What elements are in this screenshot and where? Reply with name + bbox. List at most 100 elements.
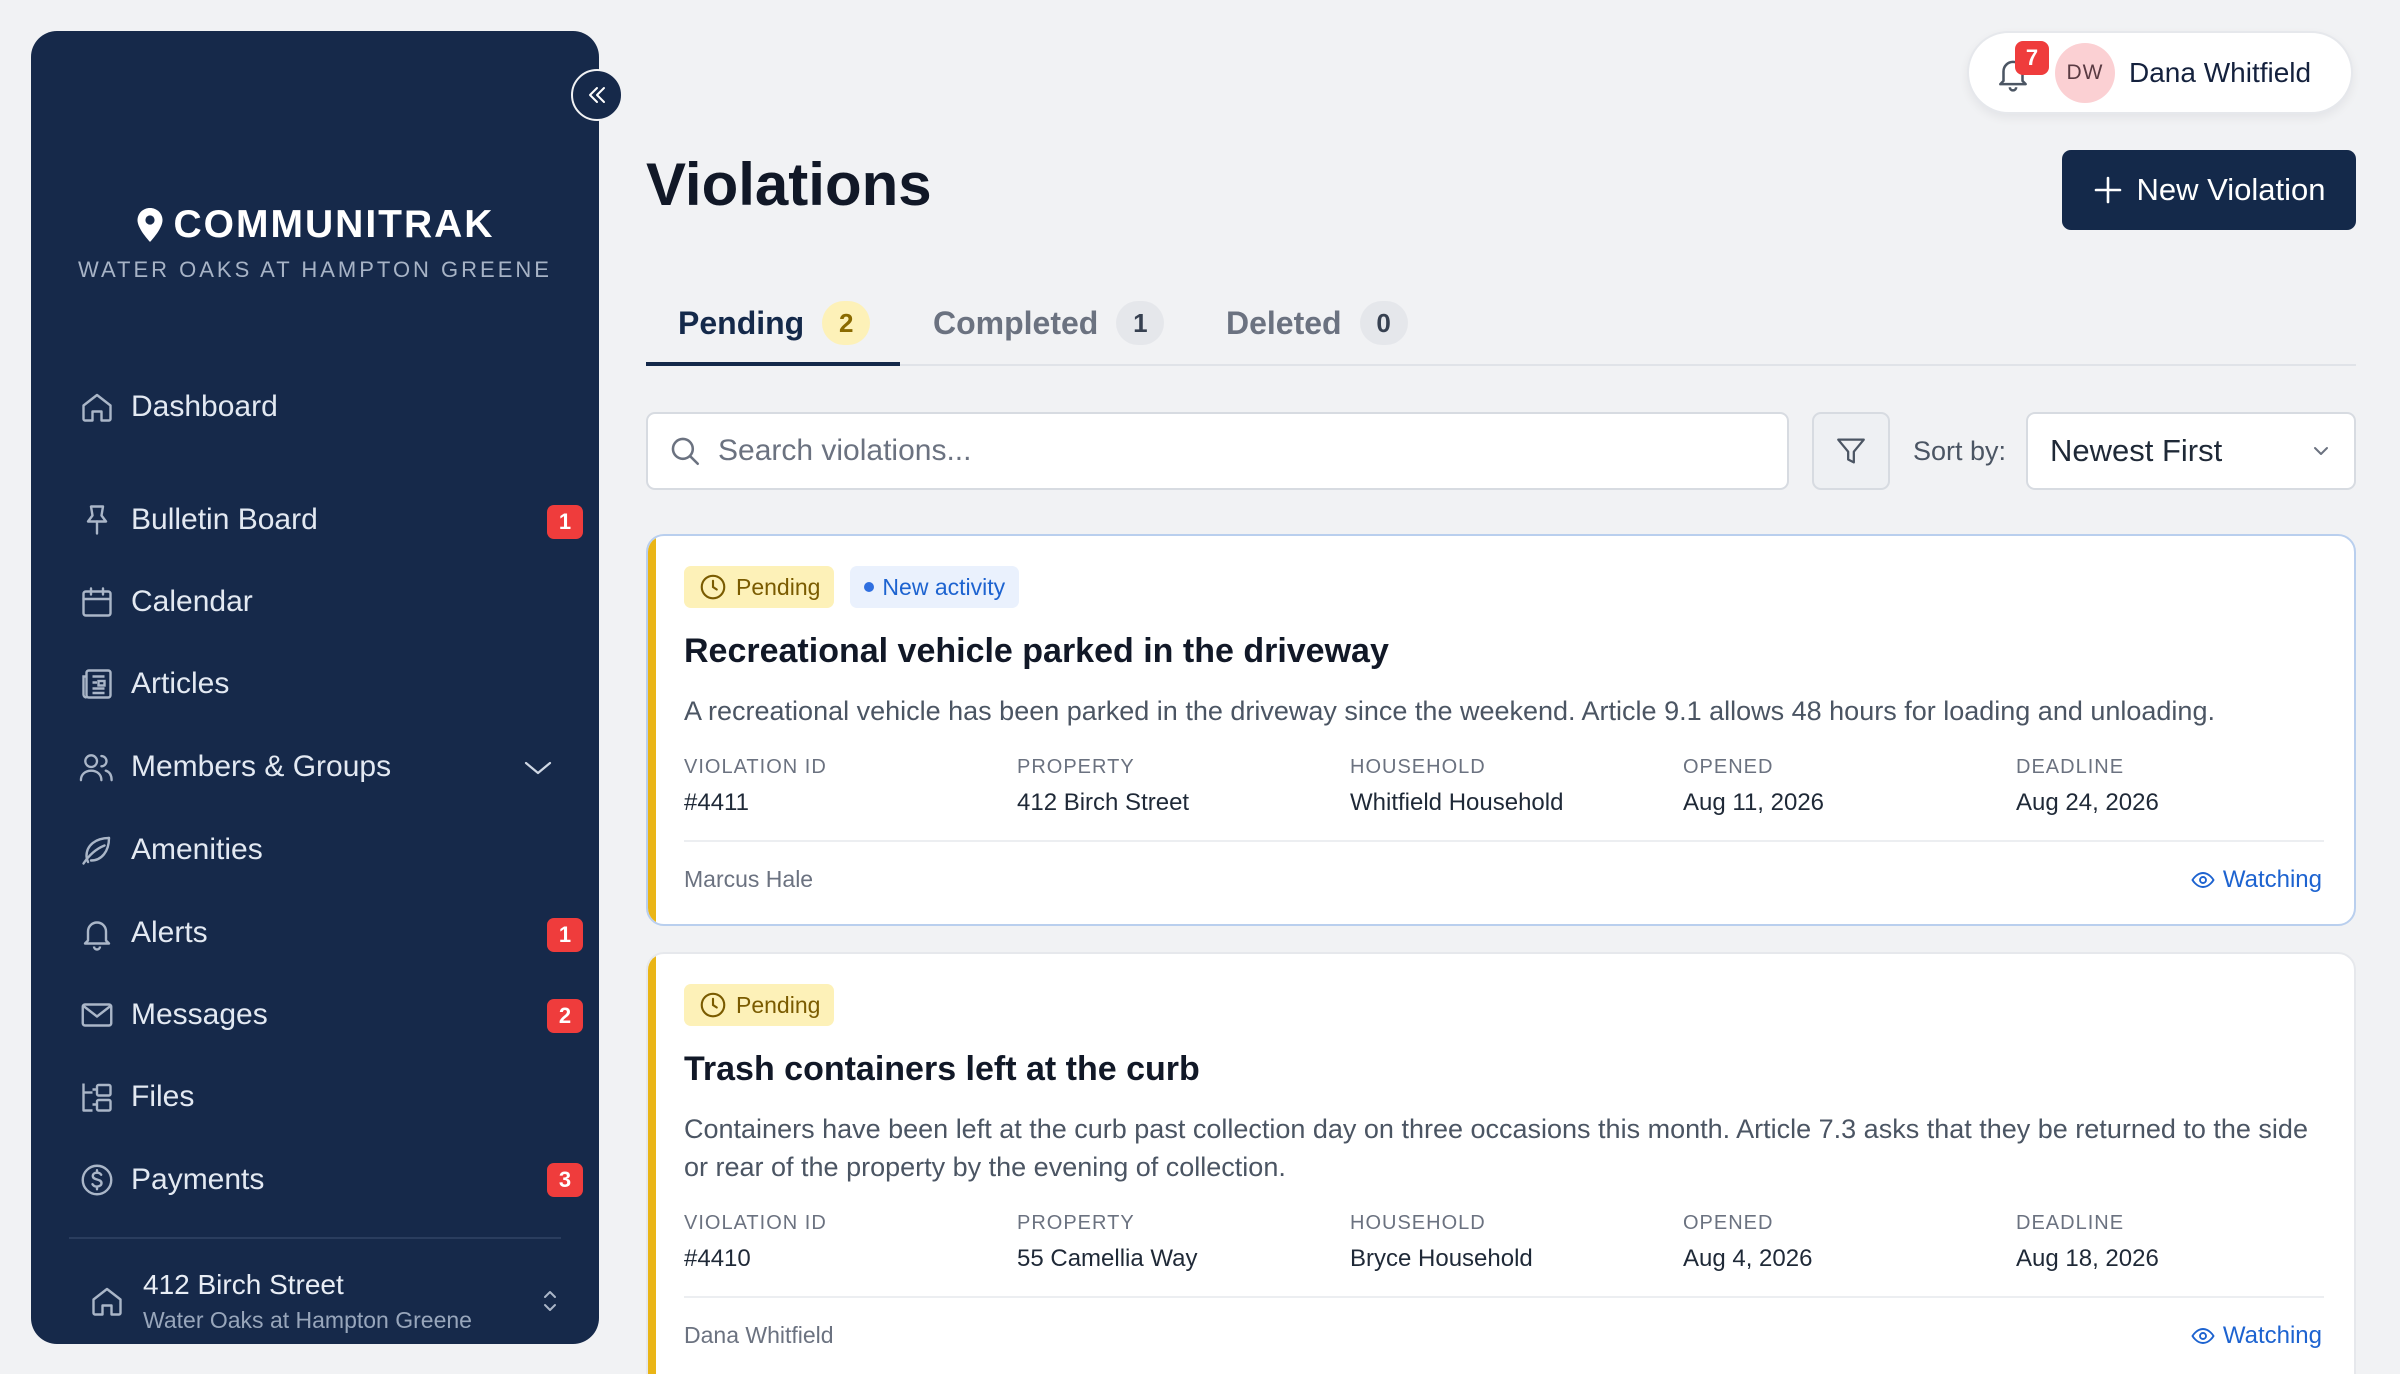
new-violation-label: New Violation — [2136, 172, 2326, 207]
meta-label: DEADLINE — [2016, 756, 2125, 778]
newspaper-icon — [77, 664, 117, 704]
avatar: DW — [2055, 42, 2115, 103]
violation-description: A recreational vehicle has been parked i… — [684, 696, 2215, 726]
tab-count: 0 — [1359, 301, 1408, 345]
tab-completed[interactable]: Completed 1 — [933, 280, 1165, 366]
location-pin-icon — [136, 207, 164, 243]
tab-count: 1 — [1116, 301, 1165, 345]
violation-title: Recreational vehicle parked in the drive… — [684, 632, 1389, 670]
sidebar-item-label: Alerts — [131, 916, 208, 949]
filter-button[interactable] — [1812, 412, 1890, 490]
status-tabs: Pending 2 Completed 1 Deleted 0 — [646, 280, 2356, 366]
status-badge: Pending — [684, 984, 835, 1026]
user-name: Dana Whitfield — [2129, 56, 2312, 88]
sort-label: Sort by: — [1913, 436, 2007, 466]
violation-property: 55 Camellia Way — [1017, 1245, 1198, 1272]
plus-icon — [2093, 175, 2123, 205]
search-box — [646, 412, 1789, 490]
sidebar-item-bulletin-board[interactable]: Bulletin Board — [73, 492, 573, 548]
active-tab-indicator — [646, 362, 900, 366]
sidebar-item-members-groups[interactable]: Members & Groups — [73, 739, 573, 795]
sidebar-item-amenities[interactable]: Amenities — [73, 822, 573, 878]
violation-household: Bryce Household — [1350, 1245, 1533, 1272]
violation-id: #4410 — [684, 1245, 751, 1272]
reported-by: Marcus Hale — [684, 866, 814, 892]
reported-by: Dana Whitfield — [684, 1322, 834, 1348]
clock-icon — [698, 990, 728, 1020]
violation-opened: Aug 4, 2026 — [1683, 1245, 1813, 1272]
chevron-up-down-icon — [541, 1288, 559, 1314]
violation-deadline: Aug 24, 2026 — [2016, 789, 2159, 816]
watching-toggle[interactable]: Watching — [2191, 866, 2322, 894]
filter-icon — [1834, 434, 1868, 468]
sidebar-item-label: Payments — [131, 1163, 265, 1196]
tab-deleted[interactable]: Deleted 0 — [1226, 280, 1408, 366]
violation-household: Whitfield Household — [1350, 789, 1564, 816]
violation-card[interactable]: Pending New activity Recreational vehicl… — [646, 534, 2356, 926]
sidebar-item-files[interactable]: Files — [73, 1069, 573, 1125]
bell-icon — [77, 913, 117, 953]
tab-pending[interactable]: Pending 2 — [678, 280, 871, 366]
meta-label: HOUSEHOLD — [1350, 756, 1486, 778]
card-divider — [684, 1296, 2324, 1298]
violation-deadline: Aug 18, 2026 — [2016, 1245, 2159, 1272]
violation-card[interactable]: Pending Trash containers left at the cur… — [646, 952, 2356, 1374]
status-badge: Pending — [684, 566, 835, 608]
property-community: Water Oaks at Hampton Greene — [143, 1306, 472, 1333]
sidebar-item-articles[interactable]: Articles — [73, 656, 573, 712]
violation-opened: Aug 11, 2026 — [1683, 789, 1825, 816]
sidebar-item-label: Members & Groups — [131, 750, 392, 783]
sidebar-item-label: Articles — [131, 667, 230, 700]
meta-label: DEADLINE — [2016, 1212, 2125, 1234]
new-violation-button[interactable]: New Violation — [2062, 150, 2356, 230]
sidebar-item-label: Bulletin Board — [131, 503, 318, 536]
sidebar-collapse-button[interactable] — [571, 69, 623, 121]
calendar-icon — [77, 582, 117, 622]
brand-name: COMMUNITRAK — [173, 203, 495, 246]
status-label: Pending — [736, 573, 821, 600]
meta-label: VIOLATION ID — [684, 756, 827, 778]
sort-select[interactable]: Newest First — [2026, 412, 2356, 490]
meta-label: VIOLATION ID — [684, 1212, 827, 1234]
sidebar-item-dashboard[interactable]: Dashboard — [73, 379, 573, 435]
tab-count: 2 — [822, 301, 871, 345]
eye-icon — [2191, 868, 2215, 892]
home-icon — [89, 1283, 125, 1319]
community-name: WATER OAKS AT HAMPTON GREENE — [78, 257, 552, 282]
violation-description: Containers have been left at the curb pa… — [684, 1114, 2308, 1182]
sidebar-item-label: Dashboard — [131, 390, 278, 423]
tab-label: Deleted — [1226, 304, 1342, 341]
sidebar-item-label: Files — [131, 1080, 195, 1113]
new-activity-badge: New activity — [850, 566, 1020, 608]
meta-label: OPENED — [1683, 1212, 1774, 1234]
clock-icon — [698, 572, 728, 602]
users-icon — [77, 747, 117, 787]
status-accent-bar — [648, 954, 656, 1374]
user-menu[interactable]: 7 DW Dana Whitfield — [1967, 31, 2353, 114]
alerts-badge: 1 — [547, 918, 583, 952]
violation-title: Trash containers left at the curb — [684, 1050, 1200, 1088]
violation-meta: VIOLATION ID #4411 PROPERTY 412 Birch St… — [684, 756, 2324, 816]
watching-label: Watching — [2222, 866, 2322, 893]
search-input[interactable] — [718, 434, 1718, 468]
property-switcher[interactable]: 412 Birch Street Water Oaks at Hampton G… — [89, 1265, 579, 1337]
watching-toggle[interactable]: Watching — [2191, 1322, 2322, 1350]
tab-label: Completed — [933, 304, 1099, 341]
sidebar-item-calendar[interactable]: Calendar — [73, 574, 573, 630]
leaf-icon — [77, 830, 117, 870]
meta-label: HOUSEHOLD — [1350, 1212, 1486, 1234]
chevron-down-icon[interactable] — [523, 755, 553, 779]
bulletin-board-badge: 1 — [547, 505, 583, 539]
sidebar-item-messages[interactable]: Messages — [73, 987, 573, 1043]
notifications-button[interactable]: 7 — [1989, 40, 2049, 97]
status-accent-bar — [648, 536, 656, 924]
sidebar: COMMUNITRAK WATER OAKS AT HAMPTON GREENE… — [31, 31, 599, 1344]
property-address: 412 Birch Street — [143, 1268, 344, 1300]
violation-meta: VIOLATION ID #4410 PROPERTY 55 Camellia … — [684, 1212, 2324, 1272]
sidebar-item-payments[interactable]: Payments — [73, 1152, 573, 1208]
sidebar-item-alerts[interactable]: Alerts — [73, 905, 573, 961]
search-icon — [668, 434, 702, 468]
activity-label: New activity — [882, 573, 1006, 600]
sidebar-item-label: Amenities — [131, 833, 263, 866]
meta-label: OPENED — [1683, 756, 1774, 778]
